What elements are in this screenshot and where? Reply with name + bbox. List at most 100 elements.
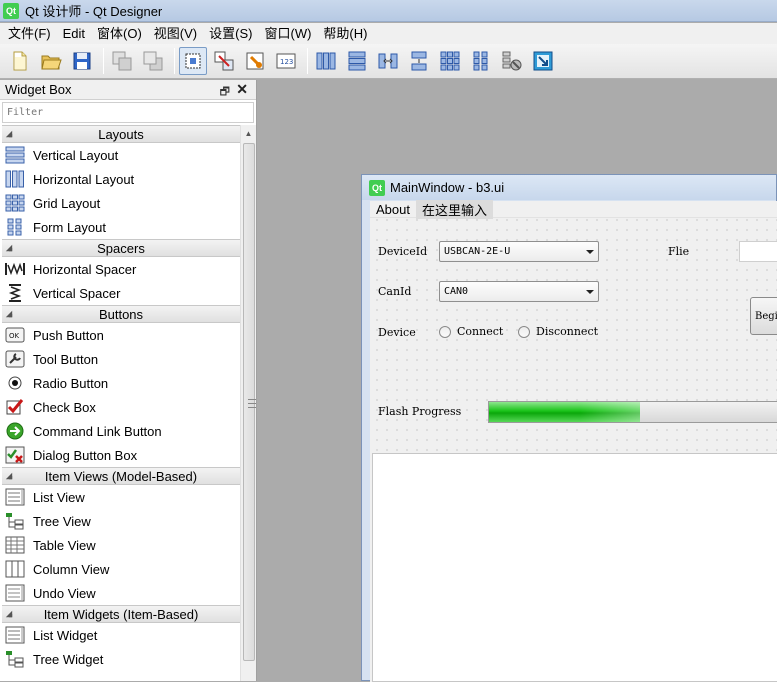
send-to-back-icon[interactable] [108, 47, 136, 75]
device-label: Device [378, 326, 416, 339]
chevron-down-icon [586, 290, 594, 294]
central-widget-area[interactable] [372, 453, 777, 682]
new-file-icon[interactable] [6, 47, 34, 75]
main-toolbar: 123 [0, 44, 777, 79]
scroll-up-icon[interactable]: ▲ [241, 125, 256, 141]
layout-form-icon[interactable] [467, 47, 495, 75]
menu-form[interactable]: 窗体(O) [91, 23, 148, 44]
category-label: Spacers [97, 240, 145, 256]
flash-progress-bar [488, 401, 777, 423]
category-label: Layouts [98, 126, 144, 142]
menu-window[interactable]: 窗口(W) [258, 23, 317, 44]
category-buttons[interactable]: Buttons [2, 305, 240, 323]
qt-logo-icon: Qt [3, 2, 19, 19]
disconnect-radio[interactable] [518, 326, 530, 338]
widget-box-scrollbar[interactable]: ▲ [240, 125, 256, 681]
widget-item-table-view[interactable]: Table View [2, 533, 240, 557]
widget-item-tree-view[interactable]: Tree View [2, 509, 240, 533]
layout-horizontal-splitter-icon[interactable] [374, 47, 402, 75]
close-icon[interactable]: ✕ [236, 81, 248, 98]
layout-grid-icon[interactable] [436, 47, 464, 75]
filter-input[interactable] [7, 107, 253, 118]
device-id-combo[interactable]: USBCAN-2E-U [439, 241, 599, 262]
collapse-icon[interactable] [5, 472, 13, 480]
widget-item-grid-layout[interactable]: Grid Layout [2, 191, 240, 215]
widget-item-label: List Widget [33, 627, 98, 643]
form-menu-about[interactable]: About [370, 202, 416, 217]
filter-field[interactable] [2, 102, 254, 123]
edit-signals-slots-icon[interactable] [210, 47, 238, 75]
form-layout-icon [5, 218, 25, 236]
edit-tab-order-icon[interactable]: 123 [272, 47, 300, 75]
connect-label: Connect [457, 325, 504, 338]
widget-box-header: Widget Box 🗗 ✕ [0, 80, 256, 100]
undo-view-icon [5, 584, 25, 602]
layout-horizontal-icon[interactable] [312, 47, 340, 75]
collapse-icon[interactable] [5, 244, 13, 252]
tool-button-icon [5, 350, 25, 368]
list-widget-icon [5, 626, 25, 644]
category-layouts[interactable]: Layouts [2, 125, 240, 143]
connect-radio[interactable] [439, 326, 451, 338]
toolbar-separator [174, 48, 175, 74]
tree-view-icon [5, 512, 25, 530]
widget-item-label: Vertical Layout [33, 147, 119, 163]
toolbar-separator [103, 48, 104, 74]
widget-item-horizontal-layout[interactable]: Horizontal Layout [2, 167, 240, 191]
widget-item-push-button[interactable]: OK Push Button [2, 323, 240, 347]
widget-item-vertical-layout[interactable]: Vertical Layout [2, 143, 240, 167]
collapse-icon[interactable] [5, 310, 13, 318]
widget-item-undo-view[interactable]: Undo View [2, 581, 240, 605]
menu-file[interactable]: 文件(F) [2, 23, 57, 44]
begin-button[interactable]: Begi [750, 297, 777, 335]
edit-widgets-icon[interactable] [179, 47, 207, 75]
flie-label: Flie [668, 245, 690, 258]
form-menu-type-here[interactable]: 在这里输入 [415, 199, 493, 219]
grip-icon [248, 399, 256, 408]
widget-item-form-layout[interactable]: Form Layout [2, 215, 240, 239]
widget-item-label: Vertical Spacer [33, 285, 121, 301]
scroll-thumb[interactable] [243, 143, 256, 661]
widget-item-dialog-button-box[interactable]: Dialog Button Box [2, 443, 240, 467]
widget-item-list-view[interactable]: List View [2, 485, 240, 509]
widget-item-check-box[interactable]: Check Box [2, 395, 240, 419]
push-button-icon: OK [5, 326, 25, 344]
save-icon[interactable] [68, 47, 96, 75]
widget-item-command-link-button[interactable]: Command Link Button [2, 419, 240, 443]
file-path-input[interactable] [739, 241, 777, 262]
widget-item-label: Horizontal Layout [33, 171, 135, 187]
category-item-widgets[interactable]: Item Widgets (Item-Based) [2, 605, 240, 623]
can-id-combo[interactable]: CAN0 [439, 281, 599, 302]
widget-item-radio-button[interactable]: Radio Button [2, 371, 240, 395]
float-icon[interactable]: 🗗 [220, 83, 230, 102]
layout-vertical-splitter-icon[interactable] [405, 47, 433, 75]
edit-buddies-icon[interactable] [241, 47, 269, 75]
menu-settings[interactable]: 设置(S) [203, 23, 258, 44]
widget-item-tree-widget[interactable]: Tree Widget [2, 647, 240, 671]
break-layout-icon[interactable] [498, 47, 526, 75]
menu-edit[interactable]: Edit [57, 23, 91, 44]
widget-item-list-widget[interactable]: List Widget [2, 623, 240, 647]
open-folder-icon[interactable] [37, 47, 65, 75]
widget-item-label: List View [33, 489, 85, 505]
menu-help[interactable]: 帮助(H) [317, 23, 373, 44]
widget-item-tool-button[interactable]: Tool Button [2, 347, 240, 371]
device-id-value: USBCAN-2E-U [444, 246, 511, 257]
form-canvas[interactable]: About 在这里输入 DeviceId USBCAN-2E-U Flie Ca… [370, 199, 777, 682]
widget-box-panel: Widget Box 🗗 ✕ Layouts Vertical Layout H… [0, 80, 257, 681]
widget-item-horizontal-spacer[interactable]: Horizontal Spacer [2, 257, 240, 281]
bring-to-front-icon[interactable] [139, 47, 167, 75]
adjust-size-icon[interactable] [529, 47, 557, 75]
category-spacers[interactable]: Spacers [2, 239, 240, 257]
widget-item-label: Column View [33, 561, 110, 577]
collapse-icon[interactable] [5, 130, 13, 138]
vertical-layout-icon [5, 146, 25, 164]
collapse-icon[interactable] [5, 610, 13, 618]
widget-item-vertical-spacer[interactable]: Vertical Spacer [2, 281, 240, 305]
menu-view[interactable]: 视图(V) [148, 23, 203, 44]
widget-item-column-view[interactable]: Column View [2, 557, 240, 581]
form-title-bar: Qt MainWindow - b3.ui [362, 175, 776, 200]
category-item-views[interactable]: Item Views (Model-Based) [2, 467, 240, 485]
widget-list: Layouts Vertical Layout Horizontal Layou… [2, 125, 240, 681]
layout-vertical-icon[interactable] [343, 47, 371, 75]
